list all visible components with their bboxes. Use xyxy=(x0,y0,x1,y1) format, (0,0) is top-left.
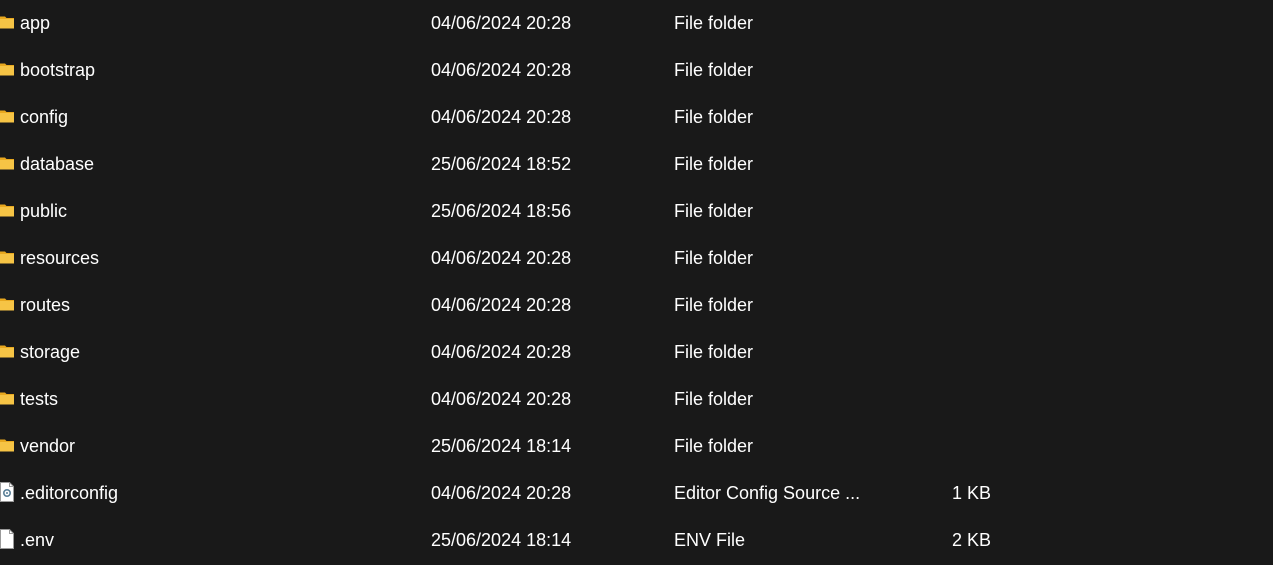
file-row[interactable]: routes 04/06/2024 20:28 File folder xyxy=(0,282,1273,329)
file-size xyxy=(900,329,991,376)
file-type: File folder xyxy=(674,389,754,409)
file-row[interactable]: app 04/06/2024 20:28 File folder xyxy=(0,0,1273,47)
file-size xyxy=(900,47,991,94)
file-row[interactable]: .editorconfig 04/06/2024 20:28 Editor Conf… xyxy=(0,470,1273,517)
file-type: File folder xyxy=(674,248,754,268)
file-name: config xyxy=(20,107,69,127)
file-type: File folder xyxy=(674,13,754,33)
folder-icon xyxy=(0,282,14,329)
date-modified: 25/06/2024 18:52 xyxy=(431,154,572,174)
folder-icon xyxy=(0,94,14,141)
date-modified: 25/06/2024 18:14 xyxy=(431,436,572,456)
date-modified: 25/06/2024 18:56 xyxy=(431,201,572,221)
file-name: routes xyxy=(20,295,71,315)
file-type: File folder xyxy=(674,154,754,174)
file-name: bootstrap xyxy=(20,60,96,80)
date-modified: 04/06/2024 20:28 xyxy=(431,248,572,268)
file-type: File folder xyxy=(674,60,754,80)
file-type: File folder xyxy=(674,201,754,221)
folder-icon xyxy=(0,376,14,423)
file-name: public xyxy=(20,201,68,221)
date-modified: 04/06/2024 20:28 xyxy=(431,389,572,409)
folder-icon xyxy=(0,235,14,282)
date-modified: 04/06/2024 20:28 xyxy=(431,295,572,315)
file-icon xyxy=(0,517,14,564)
date-modified: 04/06/2024 20:28 xyxy=(431,107,572,127)
file-size xyxy=(900,188,991,235)
file-row[interactable]: public 25/06/2024 18:56 File folder xyxy=(0,188,1273,235)
file-row[interactable]: storage 04/06/2024 20:28 File folder xyxy=(0,329,1273,376)
file-row[interactable]: .env 25/06/2024 18:14 ENV File 2 KB xyxy=(0,517,1273,564)
file-name: tests xyxy=(20,389,59,409)
file-name: storage xyxy=(20,342,81,362)
folder-icon xyxy=(0,47,14,94)
file-size xyxy=(900,423,991,470)
file-size xyxy=(900,235,991,282)
file-name: .env xyxy=(20,530,55,550)
file-name: app xyxy=(20,13,51,33)
file-type: Editor Config Source ... xyxy=(674,483,861,503)
file-type: File folder xyxy=(674,436,754,456)
date-modified: 04/06/2024 20:28 xyxy=(431,483,572,503)
file-size xyxy=(900,0,991,47)
settings-file-icon xyxy=(0,470,14,517)
folder-icon xyxy=(0,188,14,235)
file-name: .editorconfig xyxy=(20,483,119,503)
file-type: ENV File xyxy=(674,530,746,550)
folder-icon xyxy=(0,0,14,47)
file-size xyxy=(900,94,991,141)
folder-icon xyxy=(0,329,14,376)
file-row[interactable]: database 25/06/2024 18:52 File folder xyxy=(0,141,1273,188)
file-row[interactable]: bootstrap 04/06/2024 20:28 File folder xyxy=(0,47,1273,94)
file-size xyxy=(900,282,991,329)
file-name: database xyxy=(20,154,95,174)
file-name: vendor xyxy=(20,436,76,456)
file-type: File folder xyxy=(674,107,754,127)
file-row[interactable]: config 04/06/2024 20:28 File folder xyxy=(0,94,1273,141)
folder-icon xyxy=(0,423,14,470)
file-size: 2 KB xyxy=(951,530,991,550)
file-type: File folder xyxy=(674,342,754,362)
file-row[interactable]: vendor 25/06/2024 18:14 File folder xyxy=(0,423,1273,470)
file-name: resources xyxy=(20,248,100,268)
file-row[interactable]: tests 04/06/2024 20:28 File folder xyxy=(0,376,1273,423)
file-list: app 04/06/2024 20:28 File folder bootstrap 0… xyxy=(0,0,1273,565)
date-modified: 25/06/2024 18:14 xyxy=(431,530,572,550)
file-size xyxy=(900,376,991,423)
file-size: 1 KB xyxy=(951,483,991,503)
file-size xyxy=(900,141,991,188)
folder-icon xyxy=(0,141,14,188)
date-modified: 04/06/2024 20:28 xyxy=(431,13,572,33)
date-modified: 04/06/2024 20:28 xyxy=(431,342,572,362)
date-modified: 04/06/2024 20:28 xyxy=(431,60,572,80)
file-row[interactable]: resources 04/06/2024 20:28 File folder xyxy=(0,235,1273,282)
file-type: File folder xyxy=(674,295,754,315)
